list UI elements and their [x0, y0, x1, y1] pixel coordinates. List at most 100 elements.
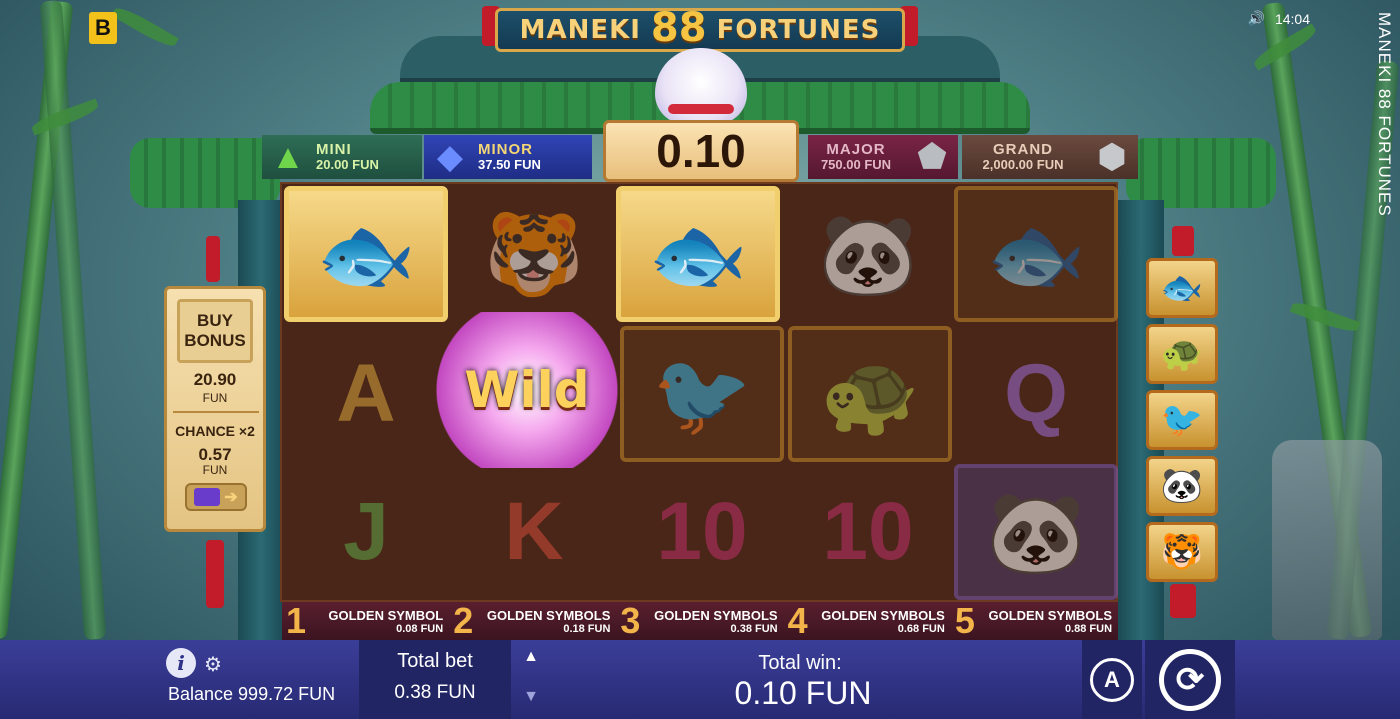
green-triangle-gem-icon: ▲	[271, 137, 305, 176]
reel-cell-letter-a: A	[284, 326, 448, 462]
reel-cell-golden-koi-fish: 🐟	[284, 186, 448, 322]
reel-cell-turtle: 🐢	[788, 326, 952, 462]
temple-roof-wing-right	[1126, 138, 1276, 208]
cat-collar	[668, 104, 734, 114]
chance-x2-price: 0.57	[198, 445, 232, 464]
game-logo: MANEKI 88 FORTUNES	[495, 5, 905, 52]
temple-roof-wing-left	[130, 138, 280, 208]
game-title-vertical: MANEKI 88 FORTUNES	[1375, 12, 1394, 217]
jackpot-value: 37.50 FUN	[478, 157, 541, 173]
paytable-label: GOLDEN SYMBOLS	[486, 607, 611, 623]
jackpot-value: 20.00 FUN	[316, 157, 379, 173]
reel-cell-letter-q: Q	[954, 326, 1118, 462]
chance-x2-unit: FUN	[202, 463, 228, 477]
silver-hexagon-gem-icon: ⬢	[1097, 138, 1127, 176]
paytable-item: 1 GOLDEN SYMBOL 0.08 FUN	[282, 602, 449, 640]
bamboo-stalk	[39, 0, 107, 640]
paytable-count: 5	[954, 600, 975, 641]
spin-button[interactable]: ⟳	[1145, 640, 1235, 719]
autoplay-label: A	[1104, 666, 1120, 692]
paytable-count: 1	[286, 600, 307, 641]
toggle-knob	[194, 488, 221, 506]
autoplay-button[interactable]: A	[1082, 640, 1142, 719]
panel-tassel-bottom	[206, 540, 224, 608]
jackpot-name: MINI	[316, 140, 352, 158]
letter-symbol: J	[343, 486, 389, 577]
letter-symbol: 10	[822, 486, 914, 577]
jackpot-major: ⬟ MAJOR 750.00 FUN	[808, 135, 958, 179]
paytable-count: 4	[787, 600, 808, 641]
buy-bonus-button[interactable]: BUY BONUS	[177, 299, 253, 363]
bet-decrease-button[interactable]: ▼	[517, 688, 545, 714]
paytable-item: 4 GOLDEN SYMBOLS 0.68 FUN	[784, 602, 951, 640]
total-win-label: Total win:	[758, 652, 842, 674]
golden-koi-icon: 🐟	[1146, 258, 1218, 318]
info-icon[interactable]: i	[166, 648, 196, 678]
jackpot-value: 2,000.00 FUN	[982, 157, 1064, 173]
reel-cell-golden-koi-fish: 🐟	[616, 186, 780, 322]
paytable-item: 3 GOLDEN SYMBOLS 0.38 FUN	[616, 602, 783, 640]
buy-bonus-label: BUY	[197, 311, 233, 331]
paytable-value: 0.08 FUN	[396, 622, 444, 635]
bet-increase-button[interactable]: ▲	[517, 648, 545, 674]
letter-symbol: Q	[1004, 348, 1068, 439]
reel-cell-ten: 10	[786, 464, 950, 600]
golden-panda-icon: 🐼	[1146, 456, 1218, 516]
reel-cell-ten: 10	[620, 464, 784, 600]
paytable-label: GOLDEN SYMBOLS	[654, 607, 778, 623]
buy-bonus-unit: FUN	[202, 391, 228, 405]
paytable-item: 2 GOLDEN SYMBOLS 0.18 FUN	[449, 602, 616, 640]
total-bet-label: Total bet	[397, 650, 473, 672]
wild-lotus-symbol: Wild	[436, 312, 618, 468]
clock: 14:04	[1274, 10, 1310, 27]
silver-pentagon-gem-icon: ⬟	[917, 138, 947, 176]
letter-symbol: 10	[656, 486, 748, 577]
reel-cell-panda: 🐼	[786, 186, 950, 322]
balance-display: Balance 999.72 FUN	[168, 684, 336, 704]
paytable-count: 3	[620, 600, 641, 641]
gear-icon[interactable]: ⚙	[204, 652, 222, 677]
reel-cell-tiger: 🐯	[452, 186, 616, 322]
paytable-value: 0.38 FUN	[730, 622, 778, 635]
paytable-value: 0.18 FUN	[563, 622, 611, 635]
logo-word-left: MANEKI	[519, 15, 641, 45]
panda-icon: 🐼	[818, 206, 918, 301]
golden-turtle-icon: 🐢	[1146, 324, 1218, 384]
jackpot-name: MINOR	[478, 140, 533, 158]
golden-phoenix-icon: 🐦	[1146, 390, 1218, 450]
reel-cell-letter-j: J	[284, 464, 448, 600]
wild-label: Wild	[464, 361, 590, 419]
panel-divider	[173, 411, 259, 413]
reel-cell-panda: 🐼	[954, 464, 1118, 600]
koi-fish-icon: 🐟	[316, 206, 416, 301]
stone-lantern	[1272, 440, 1382, 640]
collection-tassel-bottom	[1170, 584, 1196, 618]
buy-bonus-price: 20.90	[193, 370, 237, 389]
paytable-count: 2	[453, 600, 474, 641]
jackpot-name: MAJOR	[826, 140, 886, 158]
paytable-label: GOLDEN SYMBOLS	[988, 607, 1113, 623]
reel-cell-phoenix: 🐦	[620, 326, 784, 462]
arrow-right-icon: ➔	[224, 489, 238, 506]
bamboo-leaf	[111, 3, 179, 51]
blue-diamond-gem-icon: ◆	[436, 138, 464, 176]
total-bet-value: 0.38 FUN	[394, 682, 476, 703]
reel-grid: 🐟 🐯 🐟 🐼 🐟 A 🐦 🐢 Q J K 10 10 🐼	[280, 182, 1118, 602]
chance-x2-toggle[interactable]: ➔	[185, 483, 247, 511]
reel-cell-letter-k: K	[452, 464, 616, 600]
phoenix-icon: 🐦	[652, 346, 752, 441]
jackpot-grand: ⬢ GRAND 2,000.00 FUN	[962, 135, 1138, 179]
paytable-label: GOLDEN SYMBOLS	[821, 607, 945, 623]
turtle-icon: 🐢	[820, 346, 920, 441]
panda-icon: 🐼	[986, 484, 1086, 579]
volume-icon[interactable]: 🔊	[1248, 10, 1265, 27]
paytable-value: 0.68 FUN	[897, 622, 945, 635]
spin-refresh-icon: ⟳	[1159, 648, 1221, 711]
paytable-item: 5 GOLDEN SYMBOLS 0.88 FUN	[951, 602, 1118, 640]
logo-word-right: FORTUNES	[716, 15, 881, 45]
logo-number: 88	[650, 5, 707, 51]
paytable-label: GOLDEN SYMBOL	[328, 607, 444, 623]
brand-logo: B	[89, 12, 117, 44]
koi-fish-icon: 🐟	[648, 206, 748, 301]
letter-symbol: A	[336, 348, 396, 439]
